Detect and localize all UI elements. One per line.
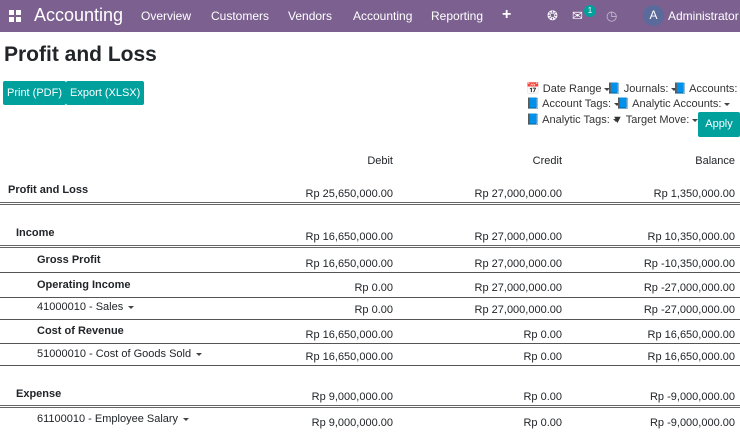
row-credit: Rp 0.00 [523,417,562,429]
row-credit: Rp 27,000,000.00 [474,188,562,200]
row-debit: Rp 0.00 [354,304,393,316]
row-debit: Rp 9,000,000.00 [311,391,393,403]
row-balance: Rp 1,350,000.00 [653,188,735,200]
column-debit: Debit [367,155,393,167]
column-balance: Balance [695,155,735,167]
row-label: Operating Income [37,279,131,291]
clock-icon[interactable]: ◷ [606,9,617,23]
analytic-accounts-filter[interactable]: 📘 Analytic Accounts: [616,98,731,111]
app-switcher-icon[interactable] [9,10,21,22]
bug-icon[interactable]: ❂ [547,9,558,23]
target-move-filter[interactable]: ▼ Target Move: [612,114,699,127]
row-balance: Rp -27,000,000.00 [643,282,735,294]
accounts-label: Accounts: [689,83,738,95]
row-balance: Rp -10,350,000.00 [643,258,735,270]
row-debit: Rp 16,650,000.00 [305,329,393,341]
journals-label: Journals: [623,83,669,95]
app-brand[interactable]: Accounting [34,4,123,26]
row-label: 51000010 - Cost of Goods Sold [37,348,192,360]
menu-overview[interactable]: Overview [141,9,191,23]
row-balance: Rp -27,000,000.00 [643,304,735,316]
row-credit: Rp 27,000,000.00 [474,304,562,316]
menu-accounting[interactable]: Accounting [353,9,412,23]
account-dropdown-sales[interactable]: 41000010 - Sales [37,301,135,314]
row-divider [0,319,740,320]
row-credit: Rp 27,000,000.00 [474,282,562,294]
row-divider [0,343,740,344]
row-label: 61100010 - Employee Salary [37,413,179,425]
print-pdf-button[interactable]: Print (PDF) [3,81,66,105]
row-divider [0,272,740,273]
account-dropdown-cogs[interactable]: 51000010 - Cost of Goods Sold [37,348,203,361]
row-balance: Rp 16,650,000.00 [647,351,735,363]
apply-button[interactable]: Apply [698,112,740,137]
row-label: Cost of Revenue [37,325,124,337]
row-credit: Rp 27,000,000.00 [474,231,562,243]
account-dropdown-salary[interactable]: 61100010 - Employee Salary [37,413,190,426]
row-divider [0,365,740,366]
row-divider [0,297,740,298]
avatar[interactable]: A [643,5,664,26]
menu-customers[interactable]: Customers [211,9,269,23]
row-divider [0,202,740,205]
row-credit: Rp 0.00 [523,351,562,363]
analytic-tags-filter[interactable]: 📘 Analytic Tags: [526,114,619,127]
date-range-label: Date Range [542,83,602,95]
journals-filter[interactable]: 📘 Journals: [607,83,678,96]
menu-vendors[interactable]: Vendors [288,9,332,23]
quick-create-button[interactable]: + [502,6,511,24]
row-label: Income [16,227,55,239]
page-title: Profit and Loss [4,43,157,66]
row-label: Profit and Loss [8,184,89,196]
row-credit: Rp 27,000,000.00 [474,258,562,270]
row-credit: Rp 0.00 [523,329,562,341]
row-credit: Rp 0.00 [523,391,562,403]
chat-icon[interactable]: ✉ [572,9,583,23]
date-range-filter[interactable]: 📅 Date Range [526,83,611,96]
row-debit: Rp 9,000,000.00 [311,417,393,429]
analytic-tags-label: Analytic Tags: [542,114,610,126]
row-label: 41000010 - Sales [37,301,124,313]
export-xlsx-button[interactable]: Export (XLSX) [66,81,145,105]
column-credit: Credit [532,155,562,167]
row-debit: Rp 16,650,000.00 [305,231,393,243]
row-balance: Rp -9,000,000.00 [649,417,735,429]
row-balance: Rp 10,350,000.00 [647,231,735,243]
row-balance: Rp 16,650,000.00 [647,329,735,341]
chat-count-badge: 1 [584,5,596,17]
top-navbar: Accounting Overview Customers Vendors Ac… [0,0,740,32]
row-debit: Rp 16,650,000.00 [305,351,393,363]
account-tags-label: Account Tags: [542,98,612,110]
row-balance: Rp -9,000,000.00 [649,391,735,403]
user-menu[interactable]: Administrator (c [668,9,740,23]
row-label: Expense [16,388,62,400]
menu-reporting[interactable]: Reporting [431,9,483,23]
row-debit: Rp 0.00 [354,282,393,294]
row-debit: Rp 16,650,000.00 [305,258,393,270]
row-debit: Rp 25,650,000.00 [305,188,393,200]
row-divider [0,245,740,248]
row-label: Gross Profit [37,254,101,266]
row-divider [0,405,740,408]
analytic-accounts-label: Analytic Accounts: [632,98,722,110]
accounts-filter[interactable]: 📘 Accounts: [673,83,740,96]
target-move-label: Target Move: [625,114,690,126]
account-tags-filter[interactable]: 📘 Account Tags: [526,98,621,111]
